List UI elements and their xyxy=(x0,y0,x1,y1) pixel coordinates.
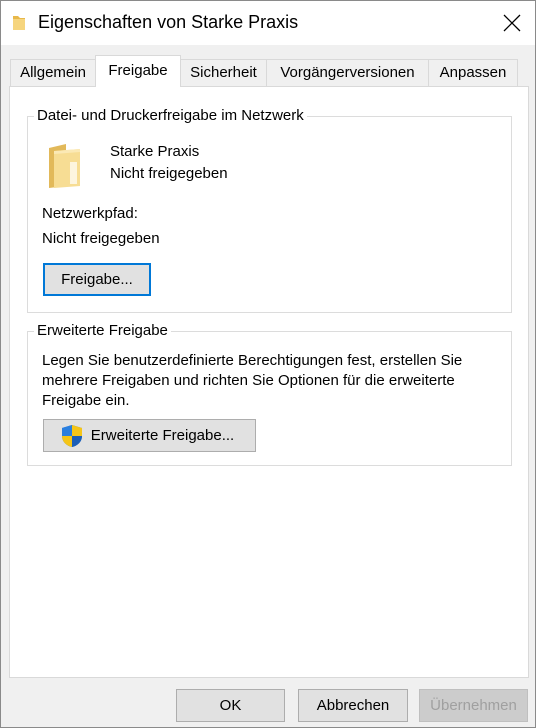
tab-freigabe[interactable]: Freigabe xyxy=(95,55,181,87)
folder-name: Starke Praxis xyxy=(110,143,200,160)
advanced-sharing-title: Erweiterte Freigabe xyxy=(34,322,171,339)
folder-icon xyxy=(13,16,25,30)
tab-sicherheit[interactable]: Sicherheit xyxy=(180,59,267,86)
cancel-button[interactable]: Abbrechen xyxy=(298,689,408,722)
ok-button[interactable]: OK xyxy=(176,689,285,722)
tab-anpassen[interactable]: Anpassen xyxy=(428,59,518,86)
shared-folder-icon xyxy=(49,144,80,188)
network-sharing-group: Datei- und Druckerfreigabe im Netzwerk S… xyxy=(27,107,512,313)
advanced-sharing-group: Erweiterte Freigabe Legen Sie benutzerde… xyxy=(27,322,512,466)
network-sharing-title: Datei- und Druckerfreigabe im Netzwerk xyxy=(34,107,307,124)
advanced-sharing-button-label: Erweiterte Freigabe... xyxy=(90,427,235,444)
apply-button[interactable]: Übernehmen xyxy=(419,689,528,722)
window-title: Eigenschaften von Starke Praxis xyxy=(38,12,299,32)
share-status: Nicht freigegeben xyxy=(110,165,228,182)
tab-vorgaengerversionen[interactable]: Vorgängerversionen xyxy=(266,59,429,86)
tab-allgemein[interactable]: Allgemein xyxy=(10,59,96,86)
tab-strip: Allgemein Freigabe Sicherheit Vorgängerv… xyxy=(1,55,535,87)
close-button[interactable] xyxy=(489,1,535,45)
network-path-value: Nicht freigegeben xyxy=(42,230,160,247)
properties-dialog: Eigenschaften von Starke Praxis Allgemei… xyxy=(0,0,536,728)
tab-panel-freigabe: Datei- und Druckerfreigabe im Netzwerk S… xyxy=(9,86,529,678)
title-bar: Eigenschaften von Starke Praxis xyxy=(1,1,535,45)
network-path-label: Netzwerkpfad: xyxy=(42,205,138,222)
close-icon xyxy=(503,14,521,32)
uac-shield-icon xyxy=(62,425,82,447)
advanced-sharing-description: Legen Sie benutzerdefinierte Berechtigun… xyxy=(42,352,463,409)
share-button[interactable]: Freigabe... xyxy=(43,263,151,296)
